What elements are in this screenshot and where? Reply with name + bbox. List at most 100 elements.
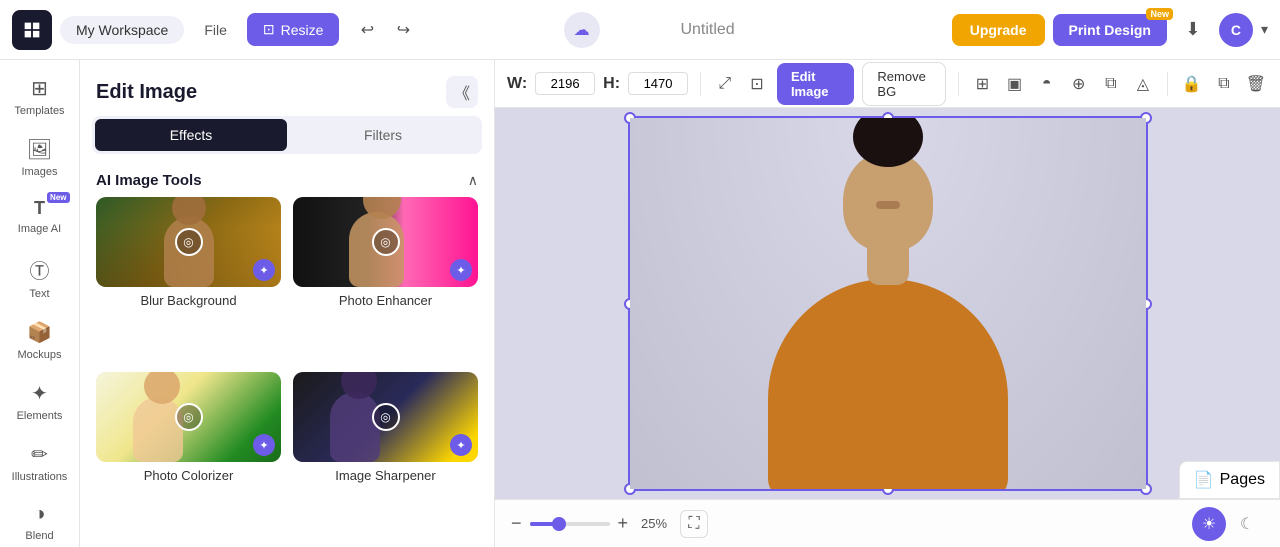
selection-box bbox=[628, 116, 1148, 491]
document-title-input[interactable] bbox=[608, 12, 808, 48]
sidebar-item-label: Mockups bbox=[17, 349, 61, 361]
separator-3 bbox=[1167, 72, 1168, 96]
colorizer-center-icon: ◎ bbox=[175, 403, 203, 431]
tools-grid: ◎ ✦ Blur Background ◎ ✦ Photo Enhancer bbox=[80, 197, 494, 547]
avatar-button[interactable]: C bbox=[1219, 13, 1253, 47]
tool-image-sharpener[interactable]: ◎ ✦ Image Sharpener bbox=[293, 372, 478, 535]
panel-collapse-button[interactable]: 《 bbox=[446, 76, 478, 108]
zoom-thumb[interactable] bbox=[552, 517, 566, 531]
w-label: W: bbox=[507, 75, 527, 93]
sidebar-item-label: Images bbox=[21, 166, 57, 178]
title-area: ☁ bbox=[427, 12, 943, 48]
file-menu[interactable]: File bbox=[192, 16, 239, 44]
tool-photo-colorizer[interactable]: ◎ ✦ Photo Colorizer bbox=[96, 372, 281, 535]
section-toggle-button[interactable]: ∧ bbox=[468, 172, 478, 189]
blur-center-icon: ◎ bbox=[175, 228, 203, 256]
sidebar-item-blend[interactable]: ◑ Blend bbox=[6, 495, 74, 547]
photo-enhancer-label: Photo Enhancer bbox=[339, 293, 432, 308]
sidebar-item-text[interactable]: Ⓣ Text bbox=[6, 247, 74, 308]
resize-icon: ⊡ bbox=[263, 21, 275, 38]
delete-button[interactable]: 🗑 bbox=[1244, 68, 1268, 100]
sidebar-item-label: Illustrations bbox=[12, 471, 68, 483]
colorizer-ai-badge: ✦ bbox=[253, 434, 275, 456]
enhancer-center-icon: ◎ bbox=[372, 228, 400, 256]
photo-colorizer-image: ◎ ✦ bbox=[96, 372, 281, 462]
height-input[interactable] bbox=[628, 72, 688, 95]
tabs-row: Effects Filters bbox=[92, 116, 482, 154]
resize-button[interactable]: ⊡ Resize bbox=[247, 13, 340, 46]
zoom-percent: 25% bbox=[636, 516, 672, 531]
separator-1 bbox=[700, 72, 701, 96]
sidebar-item-illustrations[interactable]: ✏ Illustrations bbox=[6, 434, 74, 491]
zoom-in-button[interactable]: + bbox=[618, 513, 629, 534]
panel-title: Edit Image bbox=[96, 81, 197, 104]
left-sidebar: ⊞ Templates 🖼 Images T New Image AI Ⓣ Te… bbox=[0, 60, 80, 547]
fullscreen-button[interactable]: ⛶ bbox=[680, 510, 708, 538]
shadow-button[interactable]: ◬ bbox=[1131, 68, 1155, 100]
print-design-button[interactable]: Print Design New bbox=[1053, 14, 1167, 46]
light-mode-button[interactable]: ☀ bbox=[1192, 507, 1226, 541]
blur-bg-label: Blur Background bbox=[140, 293, 236, 308]
redo-button[interactable]: ↪ bbox=[387, 14, 419, 46]
sidebar-item-elements[interactable]: ✦ Elements bbox=[6, 373, 74, 430]
cloud-icon: ☁ bbox=[574, 20, 590, 40]
zoom-fill bbox=[530, 522, 554, 526]
logo-button[interactable] bbox=[12, 10, 52, 50]
tool-blur-background[interactable]: ◎ ✦ Blur Background bbox=[96, 197, 281, 360]
remove-bg-button[interactable]: Remove BG bbox=[862, 62, 945, 106]
tab-filters[interactable]: Filters bbox=[287, 119, 479, 151]
grid-view-button[interactable]: ⊞ bbox=[970, 68, 994, 100]
zoom-slider[interactable] bbox=[530, 522, 610, 526]
canvas-area: W: H: ⤢ ⊡ Edit Image Remove BG ⊞ ▣ ◓ ⊕ ⧉… bbox=[495, 60, 1280, 547]
upgrade-button[interactable]: Upgrade bbox=[952, 14, 1045, 46]
sidebar-item-templates[interactable]: ⊞ Templates bbox=[6, 68, 74, 125]
photo-enhancer-image: ◎ ✦ bbox=[293, 197, 478, 287]
tool-photo-enhancer[interactable]: ◎ ✦ Photo Enhancer bbox=[293, 197, 478, 360]
zoom-out-button[interactable]: − bbox=[511, 513, 522, 534]
pages-label: Pages bbox=[1220, 471, 1265, 489]
sidebar-item-images[interactable]: 🖼 Images bbox=[6, 129, 74, 186]
lock-button[interactable]: 🔒 bbox=[1180, 68, 1204, 100]
image-sharpener-label: Image Sharpener bbox=[335, 468, 435, 483]
layers-button[interactable]: ⧉ bbox=[1099, 68, 1123, 100]
illustrations-icon: ✏ bbox=[31, 442, 48, 467]
separator-2 bbox=[958, 72, 959, 96]
edit-image-active-button[interactable]: Edit Image bbox=[777, 63, 854, 105]
width-input[interactable] bbox=[535, 72, 595, 95]
expand-button[interactable]: ⤢ bbox=[713, 68, 737, 100]
enhancer-ai-badge: ✦ bbox=[450, 259, 472, 281]
sidebar-item-image-ai[interactable]: T New Image AI bbox=[6, 190, 74, 243]
menu-chevron-button[interactable]: ▾ bbox=[1261, 21, 1268, 38]
chevron-left-icon: 《 bbox=[454, 80, 470, 104]
section-title: AI Image Tools bbox=[96, 172, 202, 189]
topbar: My Workspace File ⊡ Resize ↩ ↪ ☁ Upgrade… bbox=[0, 0, 1280, 60]
canvas-bottom-bar: − + 25% ⛶ ☀ ☾ bbox=[495, 499, 1280, 547]
photo-colorizer-label: Photo Colorizer bbox=[144, 468, 234, 483]
sidebar-item-mockups[interactable]: 📦 Mockups bbox=[6, 312, 74, 369]
dark-mode-button[interactable]: ☾ bbox=[1230, 507, 1264, 541]
download-button[interactable]: ⬇ bbox=[1175, 12, 1211, 48]
sidebar-item-label: Blend bbox=[25, 530, 53, 542]
image-container[interactable] bbox=[628, 116, 1148, 491]
text-icon: Ⓣ bbox=[30, 255, 50, 284]
sidebar-item-label: Image AI bbox=[18, 223, 61, 235]
elements-icon: ✦ bbox=[31, 381, 48, 406]
canvas-content[interactable]: 📄 Pages bbox=[495, 108, 1280, 499]
duplicate-button[interactable]: ⧉ bbox=[1212, 68, 1236, 100]
sharpener-center-icon: ◎ bbox=[372, 403, 400, 431]
blur-ai-badge: ✦ bbox=[253, 259, 275, 281]
pages-button[interactable]: 📄 Pages bbox=[1179, 461, 1280, 499]
new-badge-ai: New bbox=[47, 192, 69, 203]
cloud-save-button[interactable]: ☁ bbox=[564, 12, 600, 48]
sidebar-item-label: Text bbox=[29, 288, 49, 300]
templates-icon: ⊞ bbox=[31, 76, 48, 101]
workspace-tab[interactable]: My Workspace bbox=[60, 16, 184, 44]
transform-button[interactable]: ⊕ bbox=[1067, 68, 1091, 100]
undo-redo-group: ↩ ↪ bbox=[351, 14, 419, 46]
undo-button[interactable]: ↩ bbox=[351, 14, 383, 46]
tab-effects[interactable]: Effects bbox=[95, 119, 287, 151]
crop-button[interactable]: ⊡ bbox=[745, 68, 769, 100]
new-badge: New bbox=[1146, 8, 1173, 20]
mask-button[interactable]: ◓ bbox=[1035, 68, 1059, 100]
frame-button[interactable]: ▣ bbox=[1003, 68, 1027, 100]
